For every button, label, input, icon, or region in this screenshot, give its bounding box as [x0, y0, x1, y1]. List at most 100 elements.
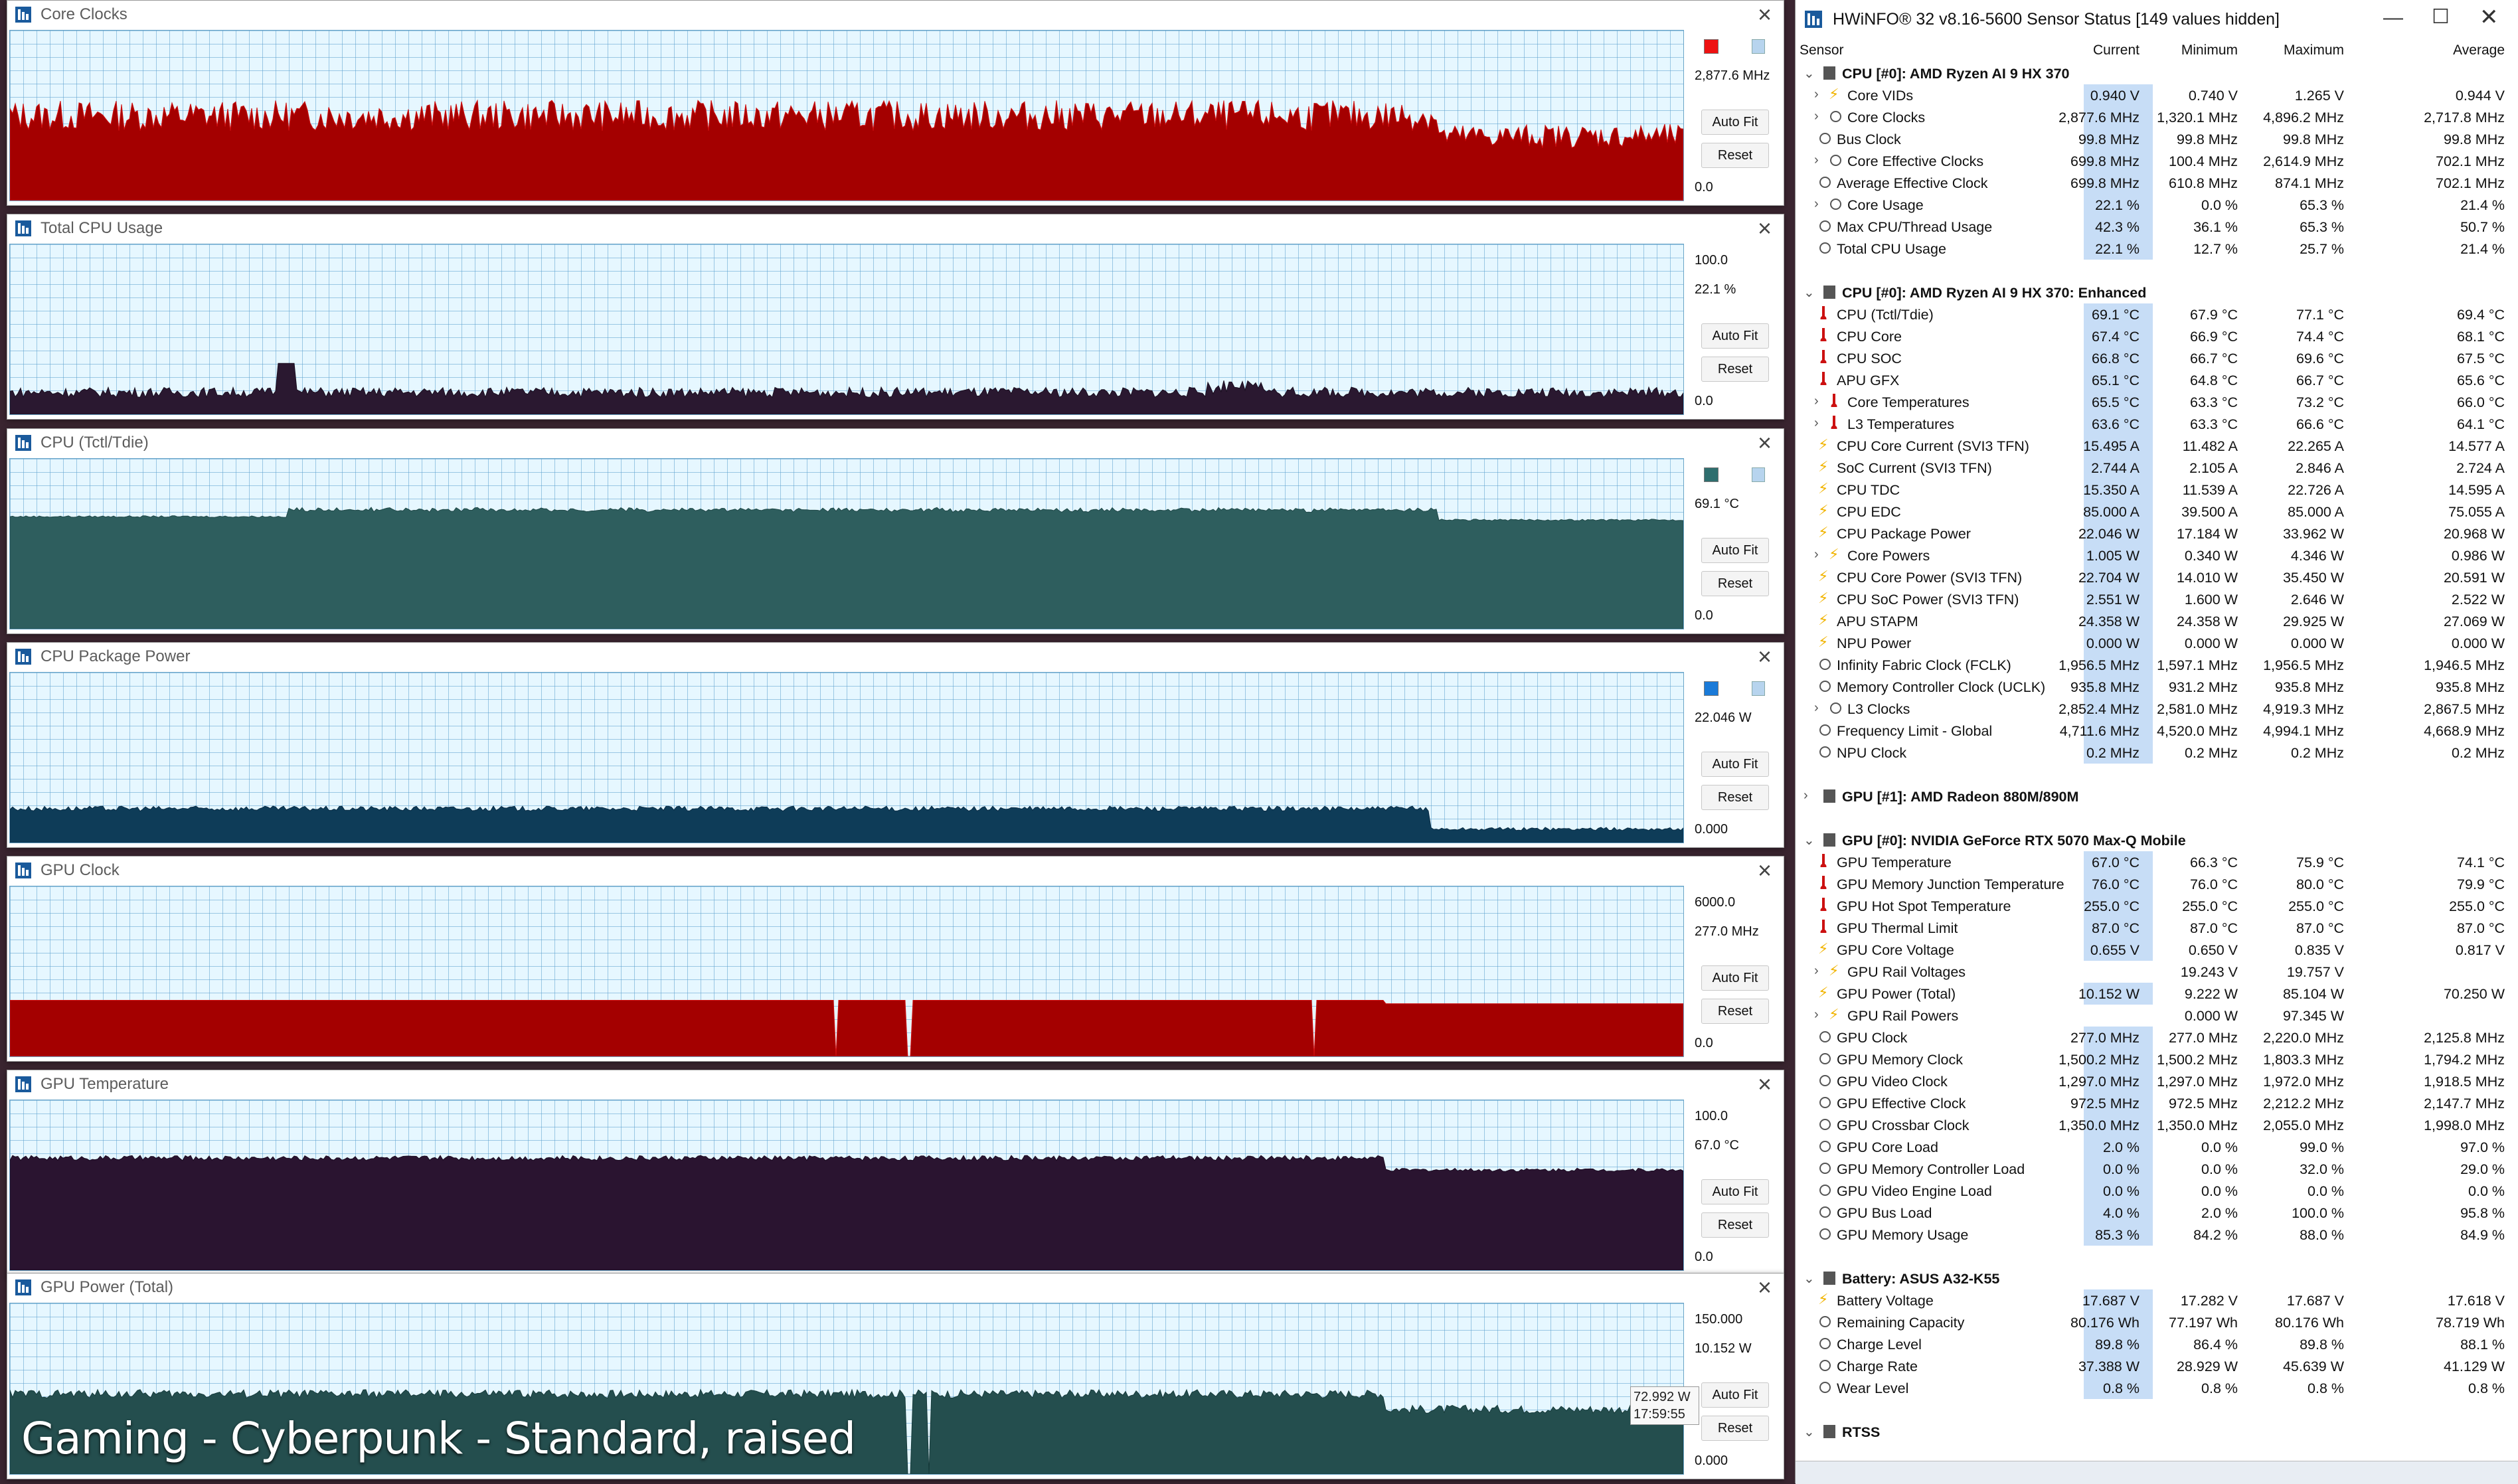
sensor-row[interactable]: GPU Video Clock 1,297.0 MHz 1,297.0 MHz … — [1796, 1070, 2518, 1092]
sensor-row[interactable]: GPU Crossbar Clock 1,350.0 MHz 1,350.0 M… — [1796, 1114, 2518, 1136]
chevron-right-icon[interactable]: › — [1814, 547, 1819, 562]
header-current[interactable]: Current — [2093, 42, 2140, 58]
close-icon[interactable]: × — [1758, 644, 1772, 669]
sensor-row[interactable]: › ⚡ GPU Rail Voltages 19.243 V 19.757 V — [1796, 961, 2518, 983]
graph-plot[interactable] — [9, 1100, 1684, 1271]
graph-window[interactable]: CPU Package Power × 22.046 W Auto Fit Re… — [7, 642, 1784, 848]
sensor-row[interactable]: ⚡ Battery Voltage 17.687 V 17.282 V 17.6… — [1796, 1289, 2518, 1311]
sensor-row[interactable]: › ⚡ GPU Rail Powers 0.000 W 97.345 W — [1796, 1005, 2518, 1027]
minimize-icon[interactable]: — — [2383, 7, 2403, 29]
chevron-right-icon[interactable]: › — [1814, 701, 1819, 716]
chevron-right-icon[interactable]: › — [1814, 109, 1819, 124]
sensor-row[interactable]: ⚡ CPU Package Power 22.046 W 17.184 W 33… — [1796, 523, 2518, 544]
auto-fit-button[interactable]: Auto Fit — [1701, 1179, 1769, 1204]
sensor-row[interactable]: GPU Memory Clock 1,500.2 MHz 1,500.2 MHz… — [1796, 1048, 2518, 1070]
sensor-row[interactable]: › Core Usage 22.1 % 0.0 % 65.3 % 21.4 % — [1796, 194, 2518, 216]
sensor-row[interactable]: › ⚡ Core Powers 1.005 W 0.340 W 4.346 W 0… — [1796, 544, 2518, 566]
header-sensor[interactable]: Sensor — [1800, 42, 1844, 58]
sensor-row[interactable]: CPU Core 67.4 °C 66.9 °C 74.4 °C 68.1 °C — [1796, 325, 2518, 347]
sensor-row[interactable]: Frequency Limit - Global 4,711.6 MHz 4,5… — [1796, 720, 2518, 742]
sensor-row[interactable]: Infinity Fabric Clock (FCLK) 1,956.5 MHz… — [1796, 654, 2518, 676]
sensor-row[interactable]: GPU Memory Usage 85.3 % 84.2 % 88.0 % 84… — [1796, 1224, 2518, 1246]
sensor-row[interactable]: Max CPU/Thread Usage 42.3 % 36.1 % 65.3 … — [1796, 216, 2518, 238]
chevron-right-icon[interactable]: › — [1814, 153, 1819, 168]
chevron-down-icon[interactable]: ⌄ — [1804, 832, 1815, 849]
sensor-row[interactable]: GPU Bus Load 4.0 % 2.0 % 100.0 % 95.8 % — [1796, 1202, 2518, 1224]
auto-fit-button[interactable]: Auto Fit — [1701, 110, 1769, 135]
sensor-row[interactable]: › L3 Clocks 2,852.4 MHz 2,581.0 MHz 4,91… — [1796, 698, 2518, 720]
graph-titlebar[interactable]: Total CPU Usage × — [7, 214, 1784, 242]
sensor-row[interactable]: NPU Clock 0.2 MHz 0.2 MHz 0.2 MHz 0.2 MH… — [1796, 742, 2518, 764]
header-average[interactable]: Average — [2453, 42, 2505, 58]
sensor-group-row[interactable]: ⌄ RTSS — [1796, 1421, 2518, 1443]
graph-plot[interactable] — [9, 244, 1684, 415]
auto-fit-button[interactable]: Auto Fit — [1701, 1382, 1769, 1408]
chevron-right-icon[interactable]: › — [1814, 394, 1819, 409]
chevron-right-icon[interactable]: › — [1814, 1007, 1819, 1023]
series-color-swatch[interactable] — [1704, 467, 1719, 482]
sensor-group-row[interactable]: › GPU [#1]: AMD Radeon 880M/890M — [1796, 785, 2518, 807]
sensor-row[interactable]: › L3 Temperatures 63.6 °C 63.3 °C 66.6 °… — [1796, 413, 2518, 435]
reset-button[interactable]: Reset — [1701, 1212, 1769, 1238]
close-icon[interactable]: × — [1758, 1072, 1772, 1097]
reset-button[interactable]: Reset — [1701, 1416, 1769, 1441]
sensor-row[interactable]: GPU Video Engine Load 0.0 % 0.0 % 0.0 % … — [1796, 1180, 2518, 1202]
graph-titlebar[interactable]: GPU Clock × — [7, 857, 1784, 884]
sensor-row[interactable]: Remaining Capacity 80.176 Wh 77.197 Wh 8… — [1796, 1311, 2518, 1333]
graph-window[interactable]: CPU (Tctl/Tdie) × 69.1 °C Auto Fit Reset… — [7, 428, 1784, 634]
sensor-row[interactable]: Total CPU Usage 22.1 % 12.7 % 25.7 % 21.… — [1796, 238, 2518, 260]
sensor-row[interactable]: ⚡ GPU Core Voltage 0.655 V 0.650 V 0.835… — [1796, 939, 2518, 961]
sensor-row[interactable]: Charge Level 89.8 % 86.4 % 89.8 % 88.1 % — [1796, 1333, 2518, 1355]
close-icon[interactable]: × — [1758, 1275, 1772, 1300]
sensor-row[interactable]: Memory Controller Clock (UCLK) 935.8 MHz… — [1796, 676, 2518, 698]
chevron-down-icon[interactable]: ⌄ — [1804, 284, 1815, 301]
series-toggle-swatch[interactable] — [1752, 681, 1765, 696]
sensor-row[interactable]: ⚡ CPU EDC 85.000 A 39.500 A 85.000 A 75.… — [1796, 501, 2518, 523]
close-icon[interactable]: × — [1758, 858, 1772, 883]
close-icon[interactable]: ✕ — [2479, 4, 2499, 31]
series-toggle-swatch[interactable] — [1752, 39, 1765, 54]
sensor-row[interactable]: GPU Hot Spot Temperature 255.0 °C 255.0 … — [1796, 895, 2518, 917]
auto-fit-button[interactable]: Auto Fit — [1701, 323, 1769, 349]
sensor-row[interactable]: ⚡ APU STAPM 24.358 W 24.358 W 29.925 W 2… — [1796, 610, 2518, 632]
sensor-row[interactable]: GPU Memory Junction Temperature 76.0 °C … — [1796, 873, 2518, 895]
series-color-swatch[interactable] — [1704, 681, 1719, 696]
chevron-right-icon[interactable]: › — [1814, 197, 1819, 212]
graph-plot[interactable] — [9, 886, 1684, 1057]
graph-window[interactable]: GPU Clock × 6000.0 277.0 MHz Auto Fit Re… — [7, 856, 1784, 1062]
sensor-row[interactable]: CPU (Tctl/Tdie) 69.1 °C 67.9 °C 77.1 °C … — [1796, 303, 2518, 325]
sensor-group-row[interactable]: ⌄ CPU [#0]: AMD Ryzen AI 9 HX 370 — [1796, 62, 2518, 84]
sensor-row[interactable]: ⚡ SoC Current (SVI3 TFN) 2.744 A 2.105 A… — [1796, 457, 2518, 479]
chevron-down-icon[interactable]: ⌄ — [1804, 1424, 1815, 1440]
sensor-row[interactable]: GPU Effective Clock 972.5 MHz 972.5 MHz … — [1796, 1092, 2518, 1114]
sensor-row[interactable]: GPU Thermal Limit 87.0 °C 87.0 °C 87.0 °… — [1796, 917, 2518, 939]
auto-fit-button[interactable]: Auto Fit — [1701, 538, 1769, 563]
sensor-row[interactable]: GPU Memory Controller Load 0.0 % 0.0 % 3… — [1796, 1158, 2518, 1180]
chevron-right-icon[interactable]: › — [1814, 416, 1819, 431]
chevron-right-icon[interactable]: › — [1814, 963, 1819, 979]
sensor-row[interactable]: ⚡ CPU SoC Power (SVI3 TFN) 2.551 W 1.600… — [1796, 588, 2518, 610]
graph-plot[interactable] — [9, 458, 1684, 629]
reset-button[interactable]: Reset — [1701, 143, 1769, 168]
header-minimum[interactable]: Minimum — [2181, 42, 2238, 58]
sensor-row[interactable]: GPU Core Load 2.0 % 0.0 % 99.0 % 97.0 % — [1796, 1136, 2518, 1158]
graph-titlebar[interactable]: GPU Temperature × — [7, 1070, 1784, 1098]
sensor-row[interactable]: › ⚡ Core VIDs 0.940 V 0.740 V 1.265 V 0.9… — [1796, 84, 2518, 106]
sensor-row[interactable]: › Core Temperatures 65.5 °C 63.3 °C 73.2… — [1796, 391, 2518, 413]
chevron-right-icon[interactable]: › — [1804, 788, 1808, 803]
sensor-row[interactable]: ⚡ CPU Core Current (SVI3 TFN) 15.495 A 1… — [1796, 435, 2518, 457]
sensor-row[interactable]: › Core Effective Clocks 699.8 MHz 100.4 … — [1796, 150, 2518, 172]
graph-titlebar[interactable]: CPU (Tctl/Tdie) × — [7, 429, 1784, 457]
graph-plot[interactable] — [9, 30, 1684, 201]
sensor-group-row[interactable]: ⌄ Battery: ASUS A32-K55 — [1796, 1268, 2518, 1289]
sensor-row[interactable]: APU GFX 65.1 °C 64.8 °C 66.7 °C 65.6 °C — [1796, 369, 2518, 391]
chevron-down-icon[interactable]: ⌄ — [1804, 1270, 1815, 1287]
chevron-down-icon[interactable]: ⌄ — [1804, 65, 1815, 82]
sensor-row[interactable]: ⚡ CPU Core Power (SVI3 TFN) 22.704 W 14.… — [1796, 566, 2518, 588]
reset-button[interactable]: Reset — [1701, 999, 1769, 1024]
reset-button[interactable]: Reset — [1701, 571, 1769, 596]
sensor-row[interactable]: GPU Clock 277.0 MHz 277.0 MHz 2,220.0 MH… — [1796, 1027, 2518, 1048]
series-toggle-swatch[interactable] — [1752, 467, 1765, 482]
graph-window[interactable]: GPU Temperature × 100.0 67.0 °C Auto Fit… — [7, 1070, 1784, 1276]
maximize-icon[interactable]: ☐ — [2432, 5, 2450, 29]
